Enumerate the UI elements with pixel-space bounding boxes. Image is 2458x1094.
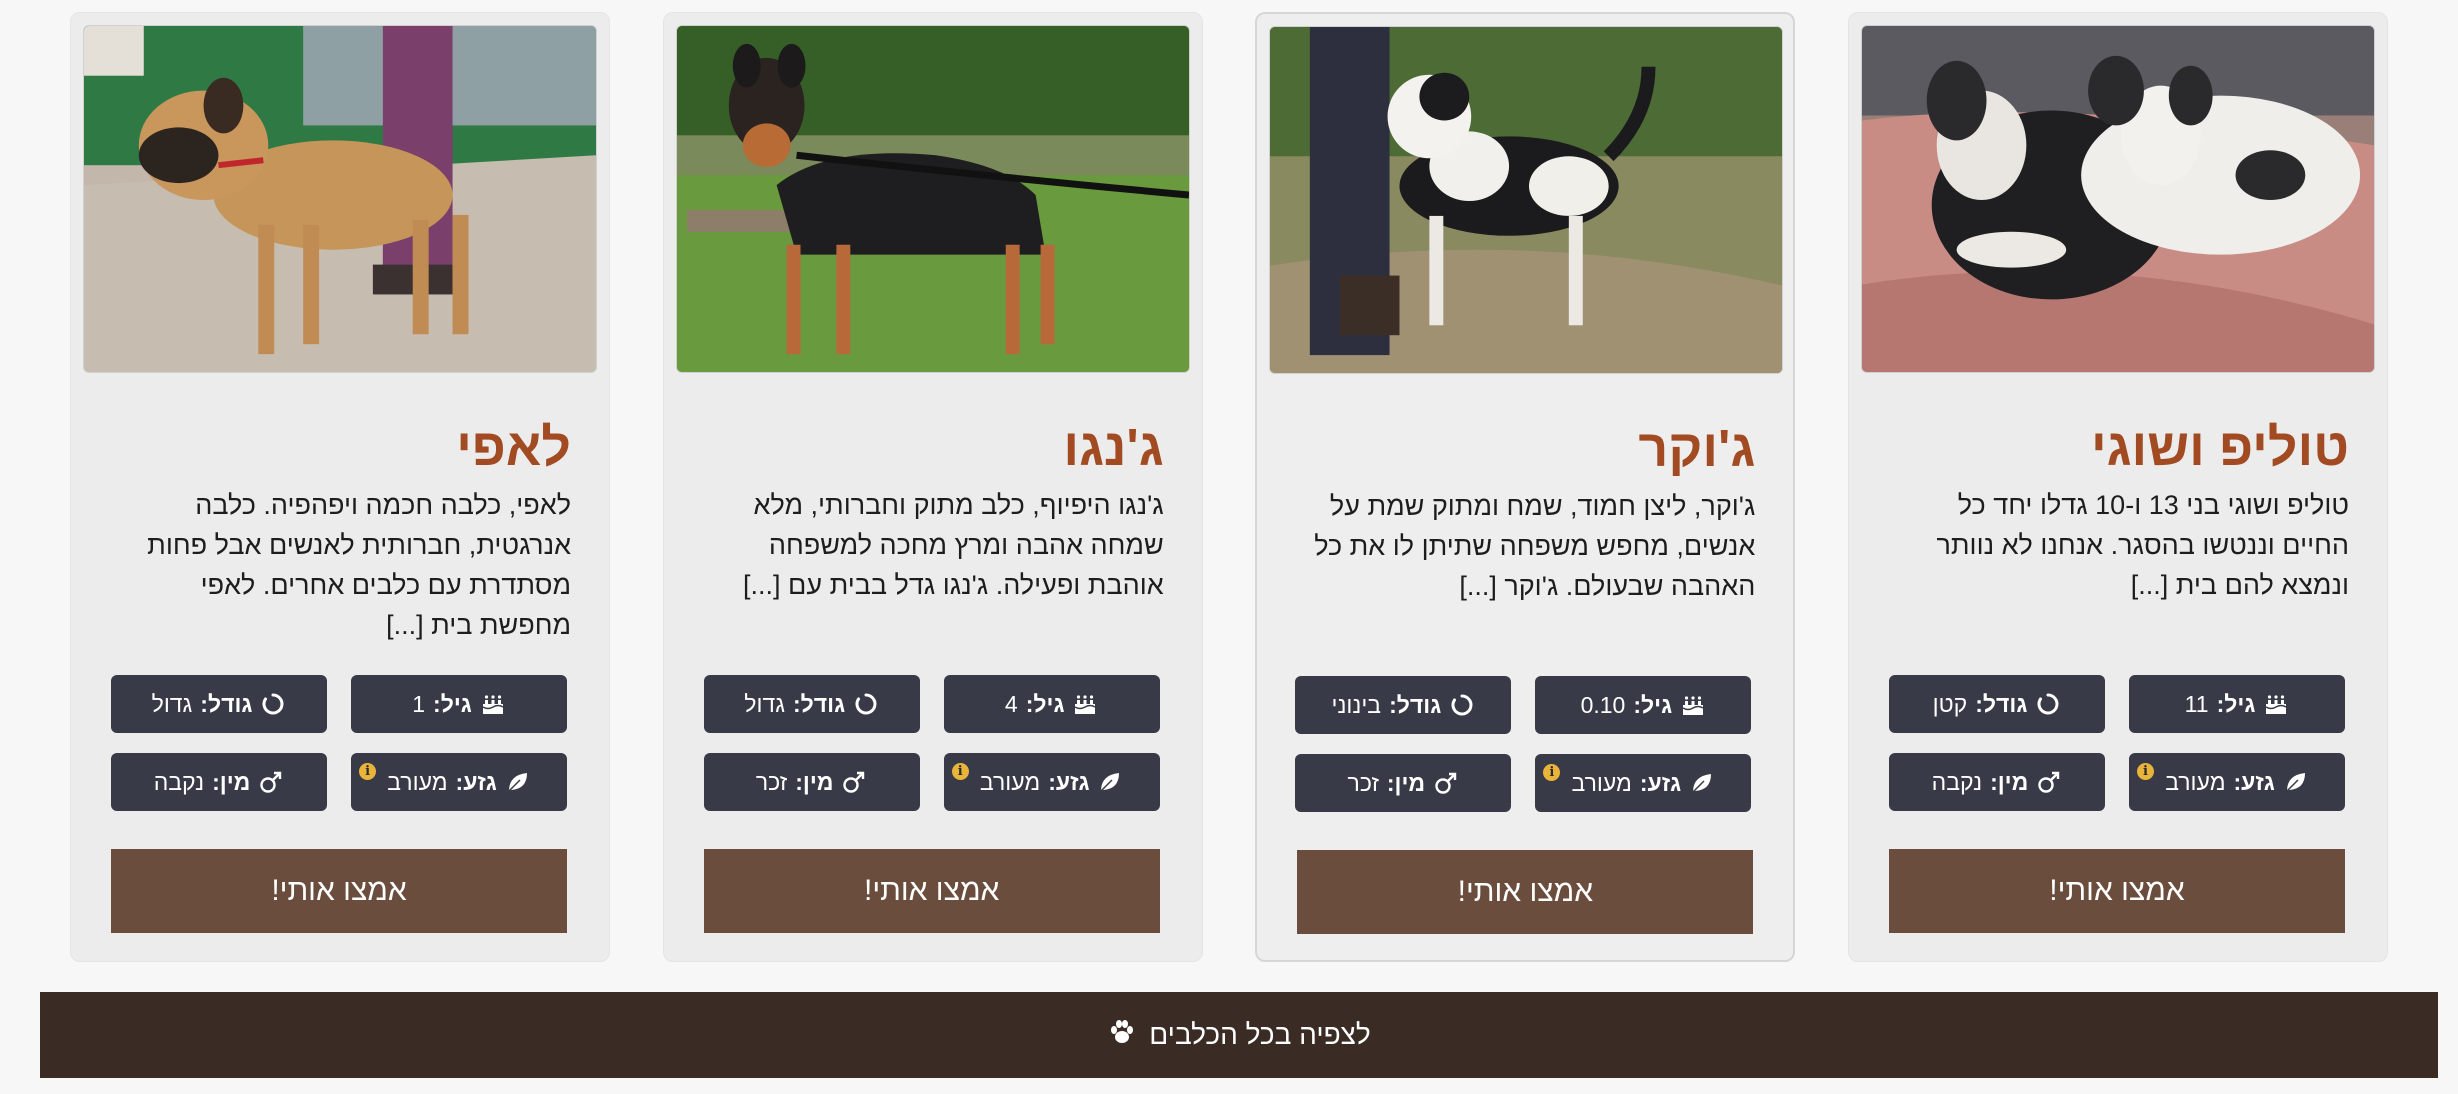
- age-value: 11: [2184, 690, 2209, 717]
- breed-value: מעורב: [387, 768, 448, 795]
- dog-cards-row: טוליפ ושוגי טוליפ ושוגי בני 13 ו-10 גדלו…: [70, 12, 2388, 962]
- breed-pill: i גזע: מעורב: [1535, 754, 1752, 812]
- sex-label: מין:: [1386, 769, 1426, 796]
- size-label: גודל:: [1389, 691, 1442, 718]
- size-value: בינוני: [1331, 691, 1382, 718]
- dog-name: לאפי: [456, 419, 572, 477]
- breed-value: מעורב: [2165, 768, 2226, 795]
- adopt-button[interactable]: אמצו אותי!: [1889, 849, 2345, 933]
- breed-label: גזע:: [455, 768, 497, 795]
- sex-value: נקבה: [153, 768, 205, 795]
- cake-icon: [1680, 692, 1706, 718]
- age-label: גיל:: [2216, 690, 2256, 717]
- dog-description: לאפי, כלבה חכמה ויפהפיה. כלבה אנרגטית, ח…: [147, 490, 572, 640]
- age-pill: גיל: 11: [2129, 675, 2345, 733]
- sex-label: מין:: [1990, 768, 2029, 795]
- dog-description: טוליפ ושוגי בני 13 ו-10 גדלו יחד כל החיי…: [1936, 490, 2349, 600]
- dog-name: טוליפ ושוגי: [2090, 419, 2349, 477]
- size-value: גדול: [744, 690, 785, 717]
- circle-notch-icon: [853, 691, 879, 717]
- adopt-button[interactable]: אמצו אותי!: [1297, 850, 1754, 934]
- dog-photo[interactable]: [83, 25, 598, 373]
- sex-label: מין:: [795, 768, 834, 795]
- sex-pill: מין: נקבה: [1889, 753, 2105, 811]
- dog-name: ג'נגו: [1063, 419, 1164, 477]
- info-icon[interactable]: i: [2137, 763, 2154, 780]
- breed-pill: i גזע: מעורב: [351, 753, 568, 811]
- sex-value: זכר: [1347, 769, 1379, 796]
- size-label: גודל:: [200, 690, 253, 717]
- breed-value: מעורב: [979, 768, 1041, 795]
- dog-photo[interactable]: [675, 25, 1190, 373]
- age-value: 0.10: [1580, 691, 1626, 718]
- dog-photo[interactable]: [1861, 25, 2375, 373]
- male-symbol-icon: [1433, 770, 1459, 796]
- size-label: גודל:: [792, 690, 846, 717]
- sex-pill: מין: זכר: [703, 753, 920, 811]
- size-pill: גודל: גדול: [111, 675, 328, 733]
- adopt-button[interactable]: אמצו אותי!: [703, 849, 1160, 933]
- cake-icon: [480, 691, 506, 717]
- info-icon[interactable]: i: [359, 763, 377, 780]
- dog-photo[interactable]: [1269, 26, 1784, 374]
- size-value: גדול: [151, 690, 193, 717]
- age-label: גיל:: [1633, 691, 1673, 718]
- dog-card: לאפי לאפי, כלבה חכמה ויפהפיה. כלבה אנרגט…: [70, 12, 611, 962]
- info-icon[interactable]: i: [1543, 764, 1561, 781]
- adopt-button[interactable]: אמצו אותי!: [111, 849, 568, 933]
- page: טוליפ ושוגי טוליפ ושוגי בני 13 ו-10 גדלו…: [0, 0, 2458, 1094]
- breed-label: גזע:: [1639, 769, 1682, 796]
- dog-card: ג'וקר ג'וקר, ליצן חמוד, שמח ומתוק שמת על…: [1255, 12, 1796, 962]
- dog-description: ג'נגו היפיוף, כלב מתוק וחברותי, מלא שמחה…: [743, 490, 1164, 600]
- dog-attributes: גיל: 4 גודל: גדול i גזע: מעורב מין: זכר: [703, 675, 1160, 811]
- view-all-dogs-label: לצפיה בכל הכלבים: [1149, 1019, 1371, 1050]
- cake-icon: [1072, 691, 1098, 717]
- leaf-icon: [505, 769, 531, 795]
- dog-attributes: גיל: 11 גודל: קטן i גזע: מעורב מין: נקבה: [1889, 675, 2345, 811]
- age-value: 1: [412, 690, 426, 717]
- sex-pill: מין: זכר: [1295, 754, 1512, 812]
- size-pill: גודל: גדול: [703, 675, 920, 733]
- male-symbol-icon: [2036, 769, 2062, 795]
- breed-label: גזע:: [1048, 768, 1090, 795]
- age-label: גיל:: [433, 690, 472, 717]
- sex-pill: מין: נקבה: [111, 753, 328, 811]
- dog-description: ג'וקר, ליצן חמוד, שמח ומתוק שמת על אנשים…: [1314, 491, 1756, 601]
- view-all-dogs-button[interactable]: לצפיה בכל הכלבים: [40, 992, 2438, 1078]
- size-pill: גודל: בינוני: [1295, 676, 1512, 734]
- sex-label: מין:: [212, 768, 251, 795]
- size-value: קטן: [1932, 690, 1968, 717]
- dog-attributes: גיל: 1 גודל: גדול i גזע: מעורב מין: נקבה: [111, 675, 568, 811]
- breed-pill: i גזע: מעורב: [943, 753, 1160, 811]
- leaf-icon: [1097, 769, 1123, 795]
- age-value: 4: [1004, 690, 1018, 717]
- size-label: גודל:: [1975, 690, 2028, 717]
- cake-icon: [2263, 691, 2289, 717]
- sex-value: זכר: [755, 768, 788, 795]
- breed-pill: i גזע: מעורב: [2129, 753, 2345, 811]
- circle-notch-icon: [1449, 692, 1475, 718]
- leaf-icon: [2283, 769, 2309, 795]
- circle-notch-icon: [260, 691, 286, 717]
- size-pill: גודל: קטן: [1889, 675, 2105, 733]
- dog-card: טוליפ ושוגי טוליפ ושוגי בני 13 ו-10 גדלו…: [1848, 12, 2388, 962]
- info-icon[interactable]: i: [951, 763, 969, 780]
- dog-name: ג'וקר: [1638, 420, 1756, 478]
- sex-value: נקבה: [1931, 768, 1983, 795]
- age-pill: גיל: 0.10: [1535, 676, 1752, 734]
- male-symbol-icon: [258, 769, 284, 795]
- age-pill: גיל: 4: [943, 675, 1160, 733]
- age-pill: גיל: 1: [351, 675, 568, 733]
- paw-icon: [1107, 1017, 1137, 1054]
- breed-label: גזע:: [2233, 768, 2275, 795]
- leaf-icon: [1689, 770, 1715, 796]
- dog-attributes: גיל: 0.10 גודל: בינוני i גזע: מעורב מין:: [1295, 676, 1752, 812]
- male-symbol-icon: [841, 769, 867, 795]
- circle-notch-icon: [2035, 691, 2061, 717]
- breed-value: מעורב: [1571, 769, 1632, 796]
- age-label: גיל:: [1025, 690, 1065, 717]
- dog-card: ג'נגו ג'נגו היפיוף, כלב מתוק וחברותי, מל…: [662, 12, 1203, 962]
